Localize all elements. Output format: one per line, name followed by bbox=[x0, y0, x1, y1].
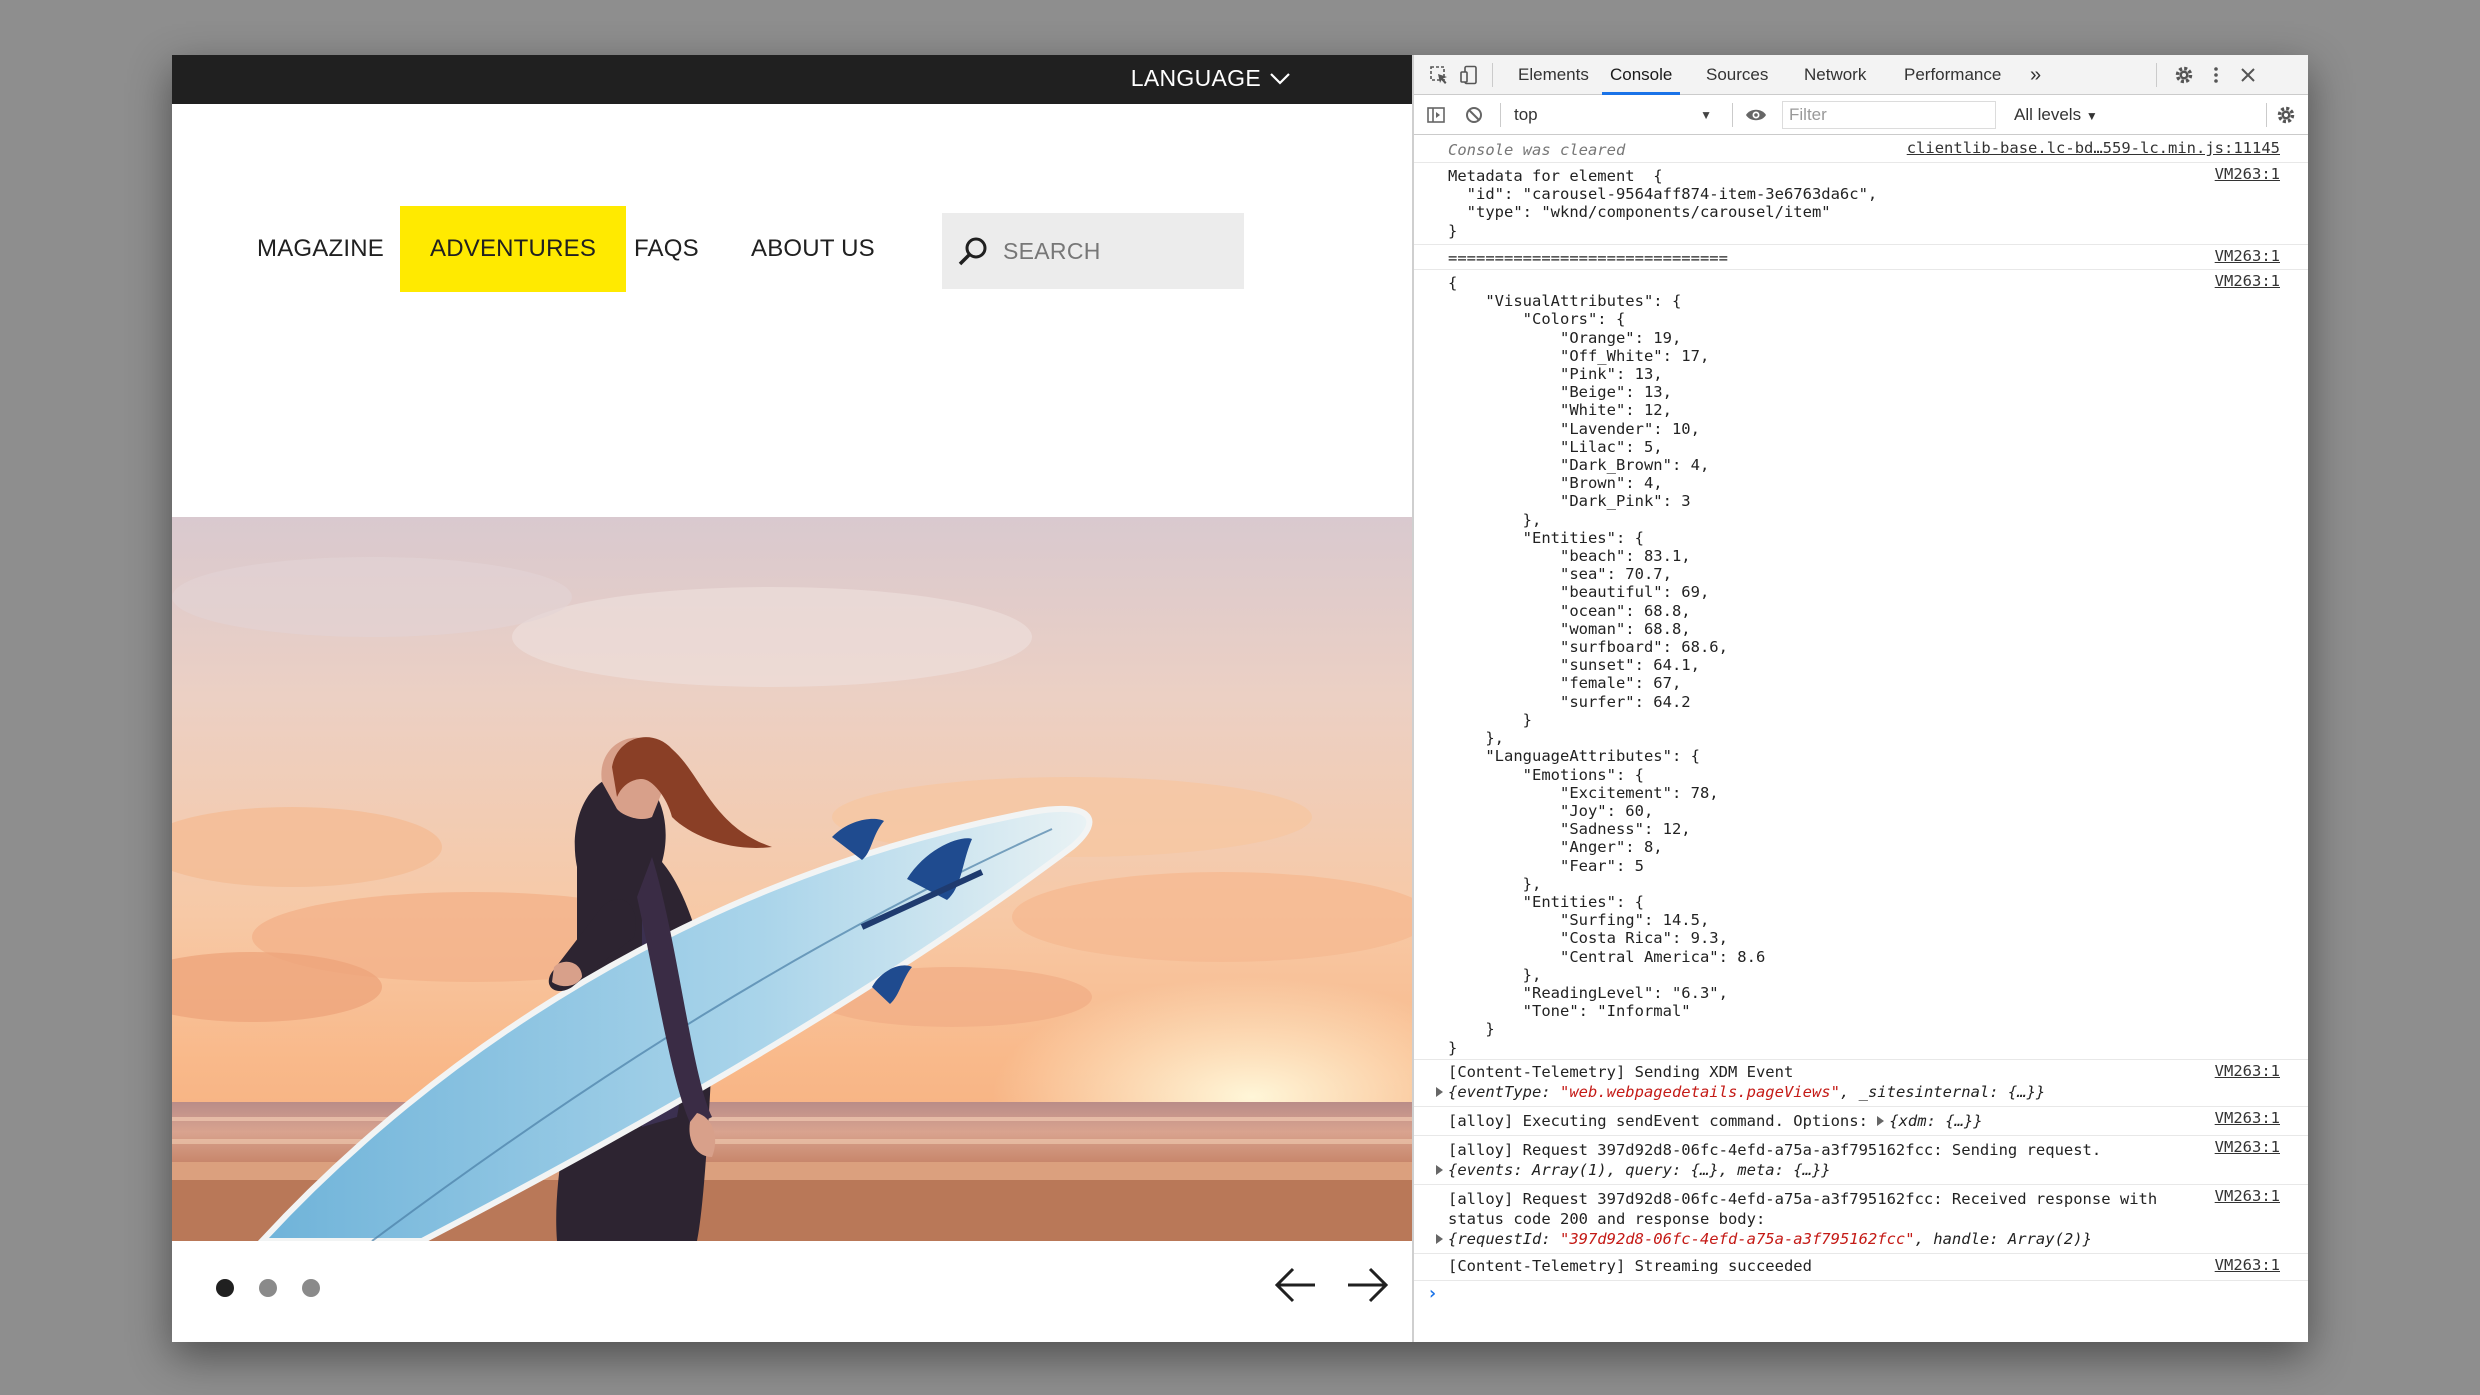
caret-down-icon: ▼ bbox=[2085, 109, 2098, 123]
expand-triangle-icon bbox=[1436, 1234, 1443, 1245]
console-message: Console was cleared clientlib-base.lc-bd… bbox=[1414, 137, 2308, 163]
tab-sources[interactable]: Sources bbox=[1706, 55, 1768, 95]
clear-console-icon[interactable] bbox=[1464, 105, 1484, 125]
surfer-photo bbox=[172, 517, 1412, 1241]
console-message: [Content-Telemetry] Sending XDM Event {e… bbox=[1414, 1060, 2308, 1107]
separator bbox=[1500, 103, 1501, 127]
search-placeholder: SEARCH bbox=[1003, 237, 1101, 264]
separator bbox=[2266, 103, 2267, 127]
expand-triangle-icon bbox=[1877, 1116, 1885, 1127]
nav-item-about-us[interactable]: ABOUT US bbox=[751, 206, 875, 292]
source-link[interactable]: VM263:1 bbox=[2215, 1256, 2280, 1274]
metadata-log: Metadata for element { "id": "carousel-9… bbox=[1448, 167, 1878, 240]
separator bbox=[1732, 103, 1733, 127]
separator bbox=[1492, 63, 1493, 87]
arrow-left-icon[interactable] bbox=[1273, 1265, 1317, 1305]
eye-icon[interactable] bbox=[1744, 105, 1768, 125]
gear-icon[interactable] bbox=[2174, 65, 2194, 85]
filter-input[interactable]: Filter bbox=[1782, 101, 1996, 129]
tab-elements[interactable]: Elements bbox=[1518, 55, 1589, 95]
expand-triangle-icon bbox=[1436, 1087, 1443, 1098]
source-link[interactable]: VM263:1 bbox=[2215, 1187, 2280, 1205]
console-message: [alloy] Request 397d92d8-06fc-4efd-a75a-… bbox=[1414, 1136, 2308, 1185]
source-link[interactable]: VM263:1 bbox=[2215, 1138, 2280, 1156]
console-message: [Content-Telemetry] Streaming succeeded … bbox=[1414, 1254, 2308, 1281]
tab-console[interactable]: Console bbox=[1602, 55, 1681, 95]
source-link[interactable]: VM263:1 bbox=[2215, 1109, 2280, 1127]
telemetry-send-log: [Content-Telemetry] Sending XDM Event bbox=[1448, 1062, 1794, 1081]
source-link[interactable]: clientlib-base.lc-bd…559-lc.min.js:11145 bbox=[1907, 139, 2280, 157]
log-levels-dropdown[interactable]: All levels ▼ bbox=[2014, 95, 2098, 135]
source-link[interactable]: VM263:1 bbox=[2215, 247, 2280, 265]
more-options-icon[interactable] bbox=[2206, 65, 2226, 85]
chevron-down-icon bbox=[1270, 72, 1290, 85]
separator bbox=[2156, 63, 2157, 87]
tab-performance[interactable]: Performance bbox=[1904, 55, 2001, 95]
prompt-chevron-icon: › bbox=[1427, 1282, 1438, 1304]
expandable-object[interactable]: {eventType: "web.webpagedetails.pageView… bbox=[1436, 1082, 2150, 1102]
hero-image bbox=[172, 517, 1412, 1241]
separator-log: ============================== bbox=[1448, 248, 1728, 267]
devtools-tab-bar: Elements Console Sources Network Perform… bbox=[1414, 55, 2308, 95]
sidebar-toggle-icon[interactable] bbox=[1426, 105, 1446, 125]
search-input[interactable]: SEARCH bbox=[942, 213, 1244, 289]
carousel-dot-1[interactable] bbox=[216, 1279, 234, 1297]
console-toolbar: top ▼ Filter All levels ▼ bbox=[1414, 95, 2308, 135]
device-toolbar-icon[interactable] bbox=[1459, 65, 1479, 85]
language-selector[interactable]: LANGUAGE bbox=[1131, 65, 1291, 92]
carousel-indicators bbox=[216, 1279, 320, 1297]
close-icon[interactable] bbox=[2238, 65, 2258, 85]
inspect-element-icon[interactable] bbox=[1429, 65, 1449, 85]
source-link[interactable]: VM263:1 bbox=[2215, 165, 2280, 183]
website-viewport: LANGUAGE MAGAZINE ADVENTURES FAQS ABOUT … bbox=[172, 55, 1412, 1342]
source-link[interactable]: VM263:1 bbox=[2215, 1062, 2280, 1080]
alloy-request-log: [alloy] Request 397d92d8-06fc-4efd-a75a-… bbox=[1448, 1140, 2102, 1159]
alloy-response-log: [alloy] Request 397d92d8-06fc-4efd-a75a-… bbox=[1448, 1189, 2158, 1208]
alloy-exec-log: [alloy] Executing sendEvent command. Opt… bbox=[1448, 1111, 1878, 1130]
alloy-response-log-cont: status code 200 and response body: bbox=[1448, 1209, 1766, 1228]
nav-item-adventures[interactable]: ADVENTURES bbox=[400, 206, 627, 292]
console-settings-icon[interactable] bbox=[2276, 105, 2296, 125]
caret-down-icon: ▼ bbox=[1700, 108, 1712, 122]
console-message: Metadata for element { "id": "carousel-9… bbox=[1414, 163, 2308, 245]
browser-window: LANGUAGE MAGAZINE ADVENTURES FAQS ABOUT … bbox=[172, 55, 2308, 1342]
streaming-log: [Content-Telemetry] Streaming succeeded bbox=[1448, 1256, 1812, 1275]
source-link[interactable]: VM263:1 bbox=[2215, 272, 2280, 290]
carousel-dot-2[interactable] bbox=[259, 1279, 277, 1297]
language-label: LANGUAGE bbox=[1130, 65, 1261, 91]
expandable-object[interactable]: {requestId: "397d92d8-06fc-4efd-a75a-a3f… bbox=[1436, 1229, 2150, 1249]
nav-item-magazine[interactable]: MAGAZINE bbox=[257, 206, 384, 292]
console-prompt[interactable]: › bbox=[1414, 1281, 2308, 1311]
console-message: [alloy] Executing sendEvent command. Opt… bbox=[1414, 1107, 2308, 1136]
expandable-object[interactable]: {events: Array(1), query: {…}, meta: {…}… bbox=[1436, 1160, 2150, 1180]
console-message: { "VisualAttributes": { "Colors": { "Ora… bbox=[1414, 270, 2308, 1060]
carousel-dot-3[interactable] bbox=[302, 1279, 320, 1297]
more-tabs-button[interactable]: » bbox=[2030, 55, 2041, 95]
context-selector[interactable]: top ▼ bbox=[1514, 95, 1718, 135]
analysis-json-log: { "VisualAttributes": { "Colors": { "Ora… bbox=[1448, 274, 1766, 1057]
log-levels-label: All levels bbox=[2014, 105, 2082, 124]
devtools-panel: Elements Console Sources Network Perform… bbox=[1412, 55, 2308, 1342]
console-output: Console was cleared clientlib-base.lc-bd… bbox=[1414, 137, 2308, 1311]
nav-item-faqs[interactable]: FAQS bbox=[634, 206, 699, 292]
expandable-object[interactable]: {xdm: {…}} bbox=[1877, 1112, 1983, 1130]
context-value: top bbox=[1514, 105, 1538, 124]
console-message: [alloy] Request 397d92d8-06fc-4efd-a75a-… bbox=[1414, 1185, 2308, 1254]
expand-triangle-icon bbox=[1436, 1165, 1443, 1176]
top-bar: LANGUAGE bbox=[172, 55, 1412, 104]
search-icon bbox=[958, 237, 987, 266]
arrow-right-icon[interactable] bbox=[1346, 1265, 1390, 1305]
console-message: ============================== VM263:1 bbox=[1414, 245, 2308, 271]
tab-network[interactable]: Network bbox=[1804, 55, 1866, 95]
